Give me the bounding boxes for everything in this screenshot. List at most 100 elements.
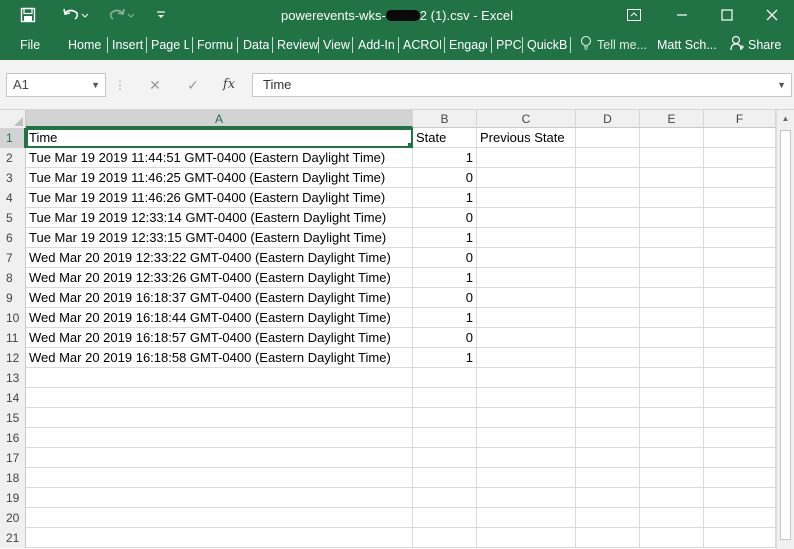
- column-header-c[interactable]: C: [477, 110, 576, 128]
- cell[interactable]: [704, 188, 776, 208]
- cell[interactable]: Tue Mar 19 2019 12:33:14 GMT-0400 (Easte…: [26, 208, 413, 228]
- cell[interactable]: [477, 348, 576, 368]
- cell[interactable]: [576, 328, 640, 348]
- cell[interactable]: [413, 448, 477, 468]
- cell[interactable]: [576, 508, 640, 528]
- tab-acrobat[interactable]: ACROE: [403, 36, 441, 54]
- row-header[interactable]: 7: [0, 248, 26, 268]
- cell[interactable]: [704, 128, 776, 148]
- row-header[interactable]: 1: [0, 128, 26, 148]
- ribbon-display-options-icon[interactable]: [612, 0, 656, 30]
- tab-data[interactable]: Data: [243, 36, 269, 54]
- cell[interactable]: [640, 448, 704, 468]
- cell[interactable]: 0: [413, 168, 477, 188]
- cell[interactable]: [26, 508, 413, 528]
- cell[interactable]: [704, 228, 776, 248]
- cell[interactable]: [26, 488, 413, 508]
- cancel-entry-icon[interactable]: ✕: [142, 73, 168, 97]
- cell[interactable]: [26, 528, 413, 548]
- tab-file[interactable]: File: [20, 36, 40, 54]
- cell[interactable]: [704, 328, 776, 348]
- vertical-scrollbar[interactable]: ▲: [776, 110, 794, 549]
- cell[interactable]: [477, 448, 576, 468]
- cell[interactable]: [413, 428, 477, 448]
- cell[interactable]: [704, 488, 776, 508]
- column-header-b[interactable]: B: [413, 110, 477, 128]
- tab-quickbooks[interactable]: QuickB: [527, 36, 567, 54]
- cell[interactable]: [576, 168, 640, 188]
- cell[interactable]: [576, 528, 640, 548]
- cell[interactable]: [576, 388, 640, 408]
- tab-formulas[interactable]: Formu: [197, 36, 233, 54]
- cell[interactable]: [640, 428, 704, 448]
- cell[interactable]: [413, 468, 477, 488]
- cell[interactable]: [640, 468, 704, 488]
- cell[interactable]: [576, 488, 640, 508]
- cell[interactable]: [576, 448, 640, 468]
- cell[interactable]: [640, 348, 704, 368]
- cell[interactable]: 0: [413, 288, 477, 308]
- close-icon[interactable]: [750, 0, 794, 30]
- user-name[interactable]: Matt Sch...: [657, 36, 717, 54]
- cell[interactable]: [26, 448, 413, 468]
- cell[interactable]: [477, 388, 576, 408]
- cell[interactable]: Previous State: [477, 128, 576, 148]
- cell[interactable]: [413, 368, 477, 388]
- column-header-a[interactable]: A: [26, 110, 413, 128]
- cell[interactable]: [477, 368, 576, 388]
- maximize-icon[interactable]: [705, 0, 749, 30]
- cell[interactable]: [704, 388, 776, 408]
- row-header[interactable]: 4: [0, 188, 26, 208]
- cell[interactable]: Wed Mar 20 2019 16:18:57 GMT-0400 (Easte…: [26, 328, 413, 348]
- row-header[interactable]: 12: [0, 348, 26, 368]
- cell[interactable]: [477, 308, 576, 328]
- share-icon[interactable]: [730, 35, 744, 53]
- cell[interactable]: [640, 128, 704, 148]
- minimize-icon[interactable]: [660, 0, 704, 30]
- cell[interactable]: [576, 348, 640, 368]
- cell[interactable]: [477, 408, 576, 428]
- cell[interactable]: [576, 428, 640, 448]
- share-button[interactable]: Share: [748, 36, 781, 54]
- cell[interactable]: [704, 208, 776, 228]
- cell[interactable]: [576, 188, 640, 208]
- tab-engage[interactable]: Engage: [449, 36, 487, 54]
- cell[interactable]: [477, 148, 576, 168]
- tab-review[interactable]: Review: [277, 36, 318, 54]
- row-header[interactable]: 20: [0, 508, 26, 528]
- cell[interactable]: [26, 408, 413, 428]
- cell[interactable]: State: [413, 128, 477, 148]
- cell[interactable]: [704, 348, 776, 368]
- cell[interactable]: Tue Mar 19 2019 11:46:25 GMT-0400 (Easte…: [26, 168, 413, 188]
- cell[interactable]: [26, 468, 413, 488]
- insert-function-icon[interactable]: fx: [216, 73, 242, 97]
- cell[interactable]: [704, 528, 776, 548]
- formula-input[interactable]: Time ▼: [252, 73, 792, 97]
- scroll-up-icon[interactable]: ▲: [777, 110, 794, 128]
- row-header[interactable]: 16: [0, 428, 26, 448]
- cell[interactable]: [576, 288, 640, 308]
- cell[interactable]: [477, 168, 576, 188]
- cell[interactable]: 1: [413, 348, 477, 368]
- cell[interactable]: [413, 388, 477, 408]
- cell[interactable]: [576, 208, 640, 228]
- cell[interactable]: [576, 408, 640, 428]
- cell[interactable]: [477, 428, 576, 448]
- cell[interactable]: [640, 408, 704, 428]
- cell[interactable]: [413, 408, 477, 428]
- cell[interactable]: 1: [413, 228, 477, 248]
- row-header[interactable]: 8: [0, 268, 26, 288]
- cell[interactable]: 0: [413, 328, 477, 348]
- cell[interactable]: 0: [413, 248, 477, 268]
- cell[interactable]: [576, 268, 640, 288]
- expand-formula-bar-icon[interactable]: ▼: [777, 74, 786, 96]
- tab-add-ins[interactable]: Add-In: [358, 36, 395, 54]
- cell[interactable]: Wed Mar 20 2019 16:18:58 GMT-0400 (Easte…: [26, 348, 413, 368]
- cell[interactable]: Tue Mar 19 2019 11:46:26 GMT-0400 (Easte…: [26, 188, 413, 208]
- cell[interactable]: [477, 468, 576, 488]
- column-header-e[interactable]: E: [640, 110, 704, 128]
- cell[interactable]: [640, 488, 704, 508]
- row-header[interactable]: 13: [0, 368, 26, 388]
- cell[interactable]: Wed Mar 20 2019 12:33:26 GMT-0400 (Easte…: [26, 268, 413, 288]
- cell[interactable]: [26, 388, 413, 408]
